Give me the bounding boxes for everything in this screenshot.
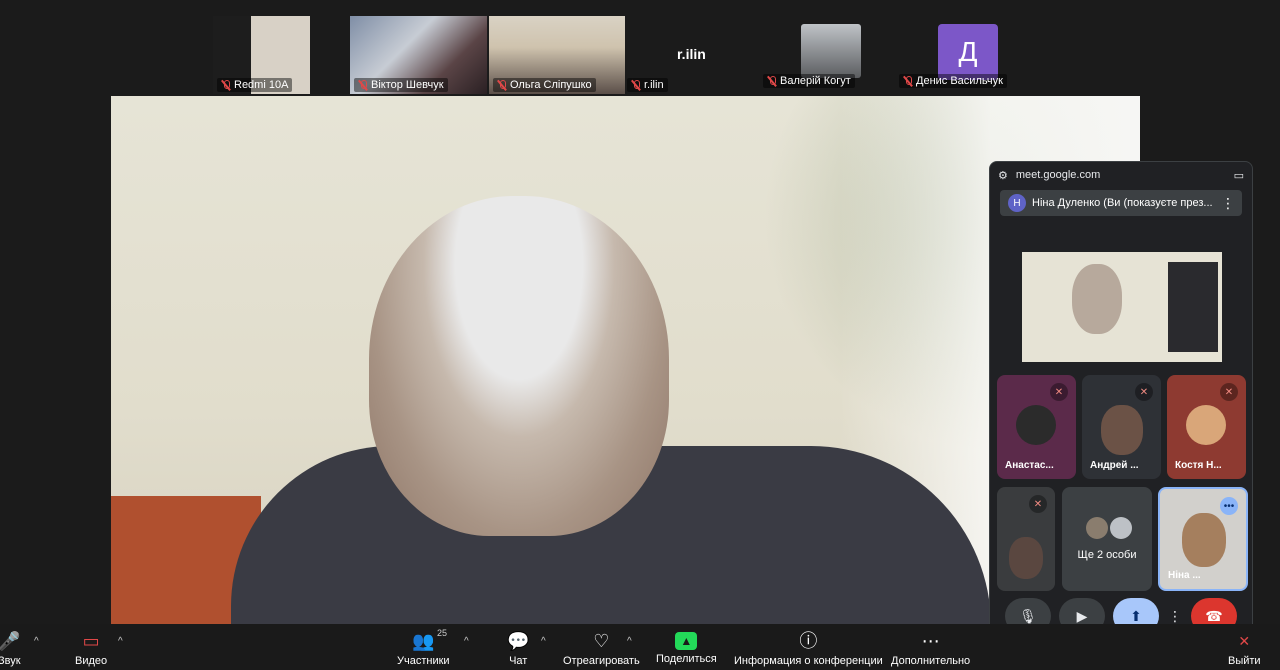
chevron-up-icon[interactable]: ^ [34, 636, 39, 647]
more-options-icon[interactable]: ••• [1220, 497, 1238, 515]
participants-count: 25 [437, 628, 448, 638]
mic-muted-icon [497, 79, 507, 91]
more-participants-label: Ще 2 особи [1077, 549, 1137, 561]
mic-muted-icon: ✕ [1050, 383, 1068, 401]
leave-icon: ✕ [1238, 633, 1251, 649]
avatar [1110, 517, 1132, 539]
pip-url: meet.google.com [1015, 169, 1101, 181]
speaker-head [369, 196, 669, 536]
pip-tile[interactable]: ✕ Анастас... [997, 375, 1076, 479]
video-off-icon: ▭ [82, 631, 100, 651]
mic-muted-icon: ✕ [1029, 495, 1047, 513]
pip-tile[interactable]: ✕ Андрей ... [1082, 375, 1161, 479]
participant-tile[interactable]: Redmi 10A [213, 16, 310, 94]
sound-button[interactable]: 🎤 Звук [0, 630, 21, 667]
participant-name: Redmi 10A [217, 78, 293, 92]
share-screen-icon: ▲ [675, 632, 698, 650]
mini-speaker [1072, 264, 1122, 334]
more-options-icon[interactable]: ⋮ [1221, 195, 1235, 212]
participant-tile[interactable]: Ольга Сліпушко [489, 16, 625, 94]
tile-name: Ніна ... [1168, 570, 1201, 581]
avatar [1016, 405, 1056, 445]
meet-pip-window[interactable]: ⚙ meet.google.com ▭ Н Ніна Дуленко (Ви (… [989, 161, 1253, 643]
hang-up-icon: ☎ [1205, 607, 1223, 624]
present-screen-icon: ⬆ [1130, 607, 1142, 624]
meeting-toolbar: 🎤 Звук ^ ▭ Видео ^ 👥 Участники 25 ^ 💬 Ча… [0, 624, 1280, 670]
mic-muted-icon [221, 79, 231, 91]
participant-name: Валерій Когут [763, 74, 855, 88]
avatar [1186, 405, 1226, 445]
more-options-icon: ⋮ [1168, 607, 1182, 624]
mic-muted-icon: 🎤 [0, 631, 21, 651]
chevron-up-icon[interactable]: ^ [627, 636, 632, 647]
main-video [111, 96, 1140, 624]
info-icon: ⓘ [799, 631, 818, 651]
presenting-text: Ніна Дуленко (Ви (показуєте през... [1032, 197, 1213, 209]
chevron-up-icon[interactable]: ^ [541, 636, 546, 647]
avatar: Н [1008, 194, 1026, 212]
more-icon: ⋯ [921, 631, 940, 651]
more-button[interactable]: ⋯ Дополнительно [891, 630, 970, 667]
return-to-tab-icon[interactable]: ▭ [1234, 169, 1244, 182]
site-settings-icon[interactable]: ⚙ [998, 169, 1008, 182]
mini-strip [1022, 238, 1222, 250]
participant-video[interactable] [801, 24, 861, 78]
mic-muted-icon [903, 75, 913, 87]
shared-screen-preview [1022, 238, 1222, 362]
share-button[interactable]: ▲ Поделиться [656, 630, 717, 665]
pip-titlebar: ⚙ meet.google.com ▭ [990, 162, 1252, 188]
pip-tile[interactable]: ✕ [997, 487, 1055, 591]
mic-muted-icon [631, 79, 641, 91]
camera-icon: ▶ [1076, 607, 1088, 624]
participants-icon: 👥 [412, 631, 435, 651]
zoom-meeting-window: Redmi 10A Віктор Шевчук Ольга Сліпушко r… [0, 0, 1280, 670]
participant-name: r.ilin [627, 78, 668, 92]
participant-tile[interactable]: r.ilin r.ilin [625, 16, 753, 94]
participant-video [1101, 405, 1143, 455]
video-button[interactable]: ▭ Видео [75, 630, 107, 667]
self-view-tile[interactable]: ••• Ніна ... [1158, 487, 1248, 591]
mic-muted-icon [767, 75, 777, 87]
avatar [1086, 517, 1108, 539]
microphone-icon: 🎙 [1019, 607, 1037, 624]
pip-tile[interactable]: ✕ Костя Н... [1167, 375, 1246, 479]
chat-icon: 💬 [507, 631, 530, 651]
mic-muted-icon [358, 79, 368, 91]
participant-name: Віктор Шевчук [354, 78, 448, 92]
tile-name: Андрей ... [1090, 460, 1139, 471]
heart-icon: ♡ [593, 631, 610, 651]
presenting-banner: Н Ніна Дуленко (Ви (показуєте през... ⋮ [1000, 190, 1242, 216]
participant-tile[interactable]: Віктор Шевчук [350, 16, 487, 94]
participant-name: Денис Васильчук [899, 74, 1007, 88]
mic-muted-icon: ✕ [1135, 383, 1153, 401]
participant-display-name: r.ilin [677, 46, 706, 62]
more-participants-tile[interactable]: Ще 2 особи [1062, 487, 1152, 591]
participant-avatar[interactable]: Д [938, 24, 998, 80]
meeting-info-button[interactable]: ⓘ Информация о конференции [734, 630, 883, 667]
leave-button[interactable]: ✕ Выйти [1228, 630, 1261, 667]
mini-grid [1168, 262, 1218, 352]
chevron-up-icon[interactable]: ^ [464, 636, 469, 647]
participant-video [1009, 537, 1043, 579]
tile-name: Костя Н... [1175, 460, 1222, 471]
participant-video [1182, 513, 1226, 567]
participant-name: Ольга Сліпушко [493, 78, 596, 92]
chevron-up-icon[interactable]: ^ [118, 636, 123, 647]
participant-strip: Redmi 10A Віктор Шевчук Ольга Сліпушко r… [213, 16, 1013, 94]
tile-name: Анастас... [1005, 460, 1054, 471]
chat-button[interactable]: 💬 Чат [507, 630, 529, 667]
mic-muted-icon: ✕ [1220, 383, 1238, 401]
